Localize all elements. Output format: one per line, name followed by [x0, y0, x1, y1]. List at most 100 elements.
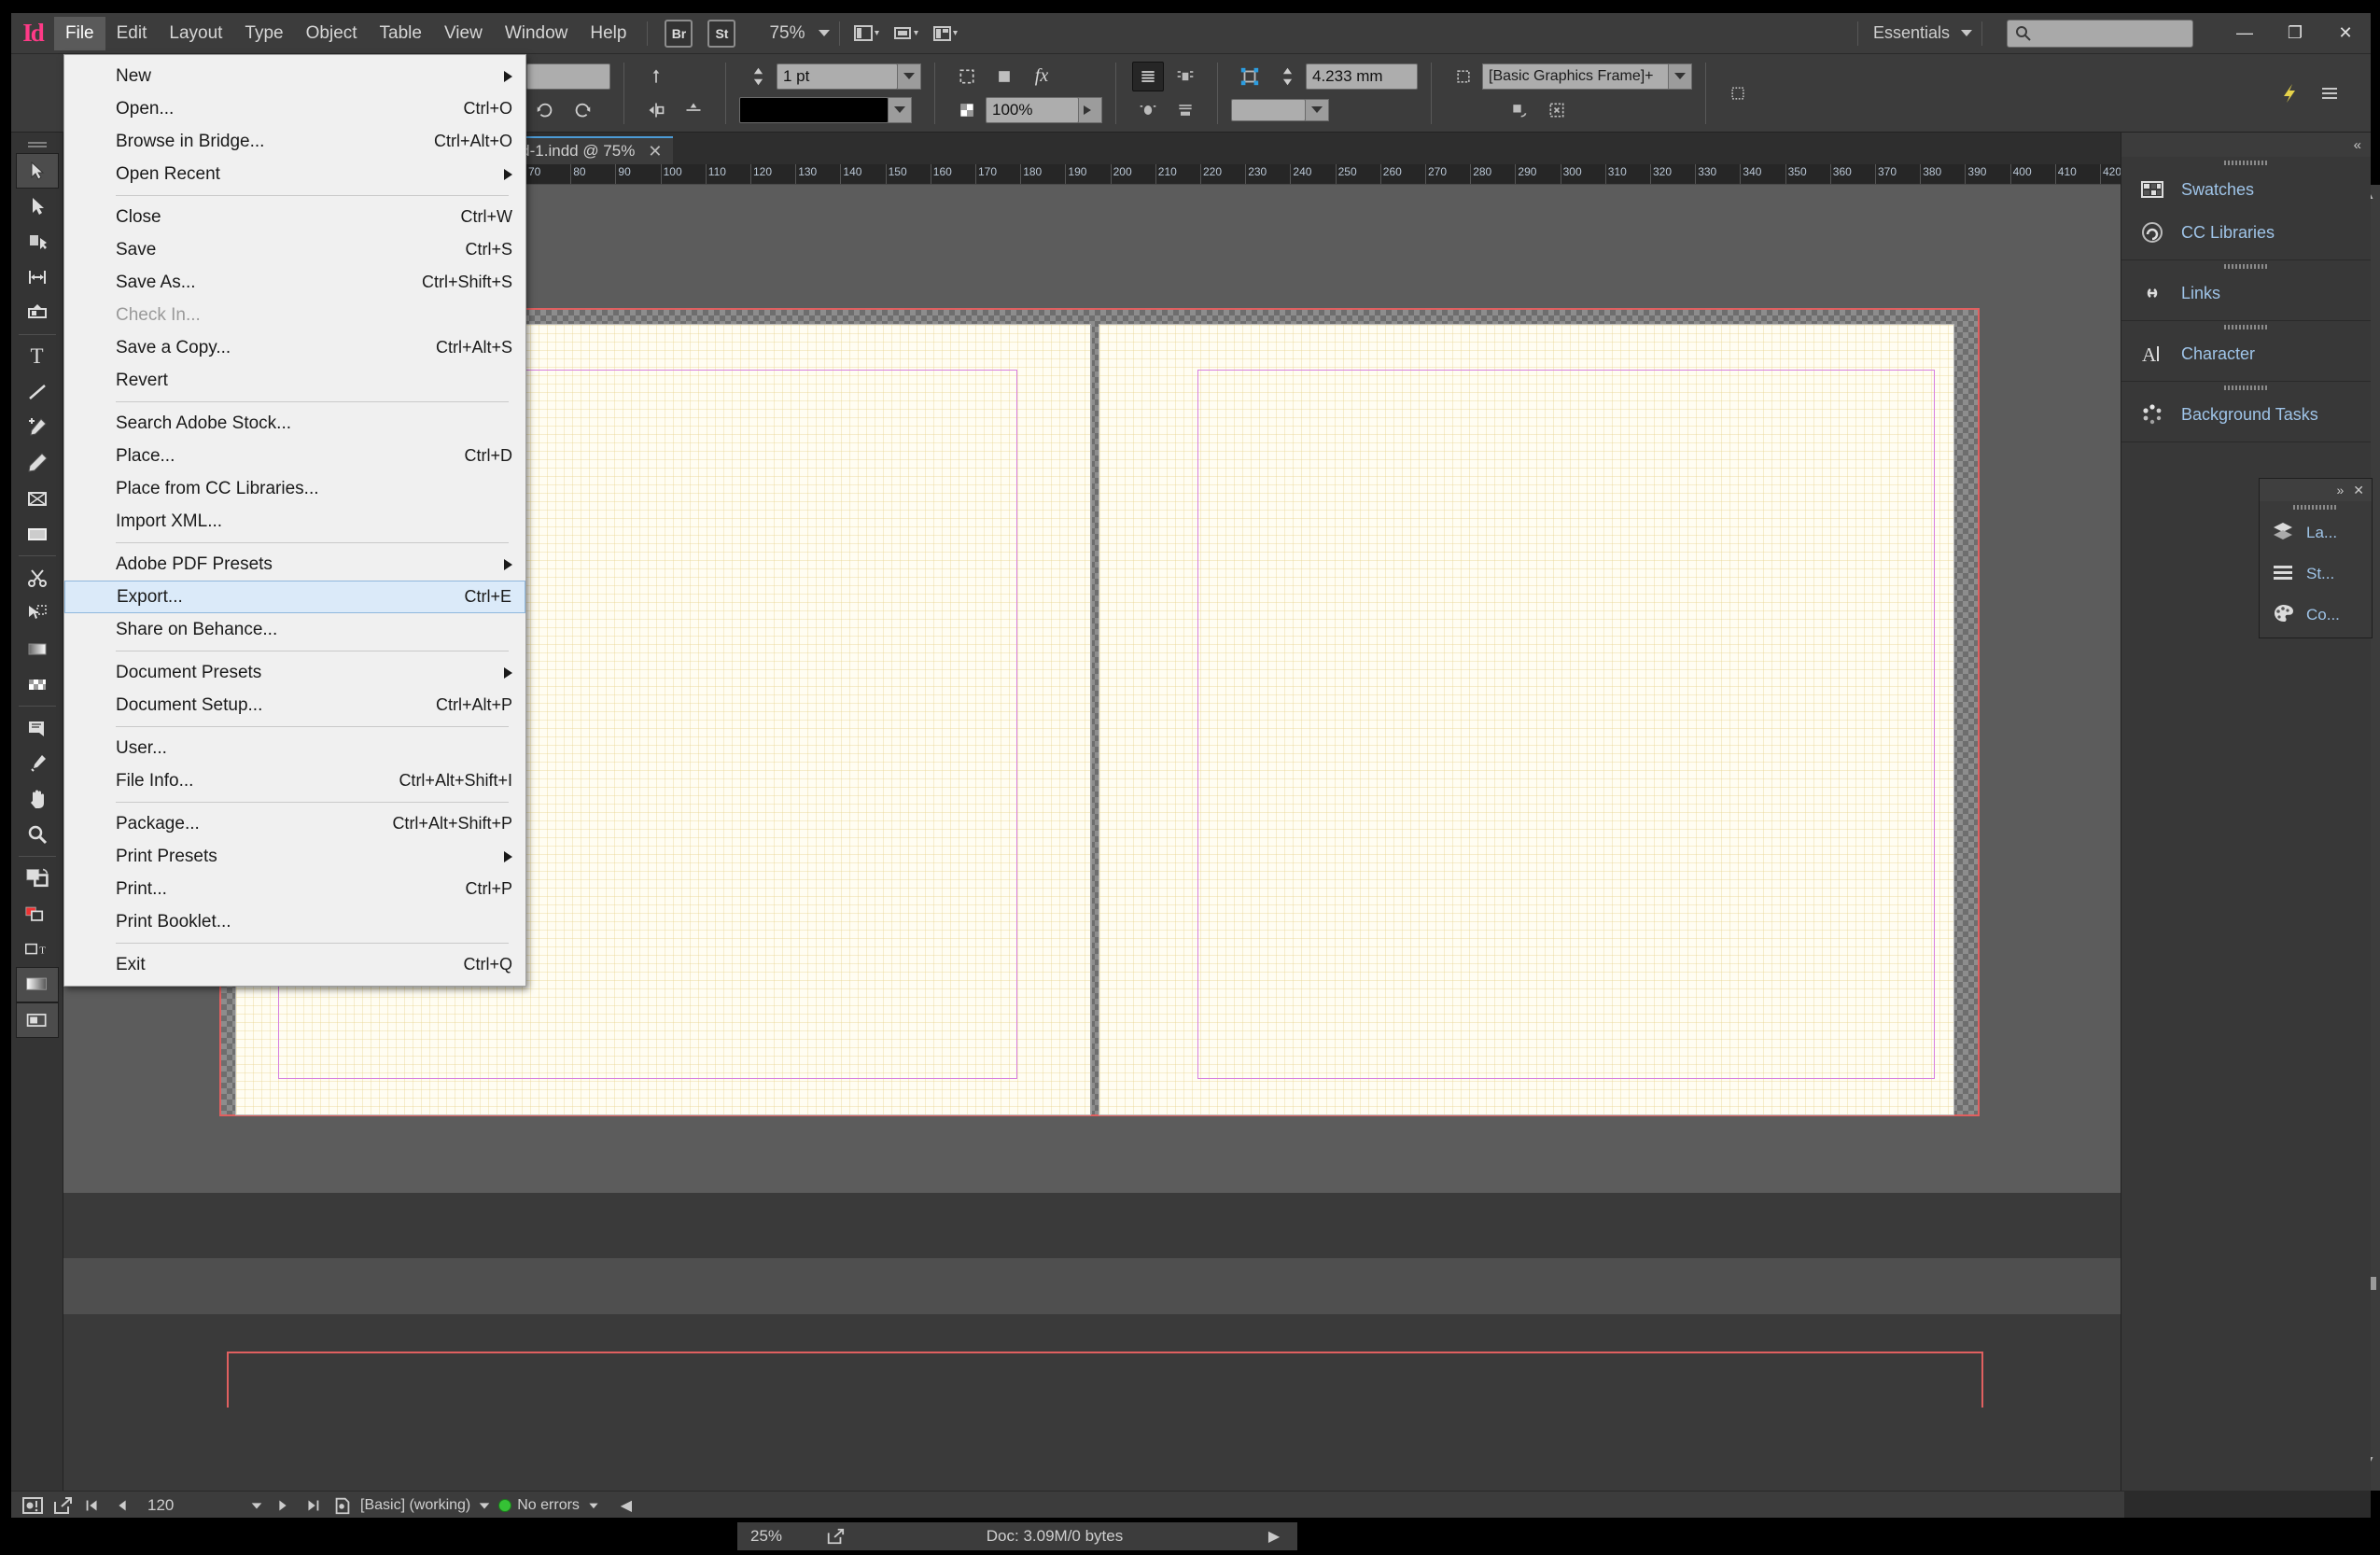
- menu-file[interactable]: File: [54, 17, 105, 50]
- flip-vertical-icon[interactable]: [678, 95, 709, 125]
- rectangle-tool[interactable]: [16, 516, 59, 552]
- file-menu-item-document-setup[interactable]: Document Setup...Ctrl+Alt+P: [64, 689, 525, 721]
- file-menu-item-print[interactable]: Print...Ctrl+P: [64, 873, 525, 905]
- rotate-ccw-icon[interactable]: [529, 95, 561, 125]
- close-icon[interactable]: ✕: [2353, 483, 2364, 498]
- stroke-weight-dropdown[interactable]: [897, 63, 921, 90]
- menu-view[interactable]: View: [433, 17, 494, 50]
- panel-grip[interactable]: [2121, 157, 2371, 168]
- rotate-angle-field[interactable]: [526, 63, 610, 90]
- file-menu-item-print-booklet[interactable]: Print Booklet...: [64, 905, 525, 938]
- chevron-down-icon[interactable]: [1961, 30, 1972, 36]
- stock-icon[interactable]: St: [707, 20, 735, 48]
- panel-grip[interactable]: [2121, 382, 2371, 393]
- text-wrap-none-icon[interactable]: [1132, 62, 1164, 91]
- quick-apply-icon[interactable]: [2277, 80, 2309, 106]
- share-icon[interactable]: [50, 1494, 75, 1517]
- stroke-weight-field[interactable]: 1 pt: [777, 63, 898, 90]
- opacity-dropdown[interactable]: [1078, 97, 1102, 123]
- flip-horizontal-icon[interactable]: [640, 95, 672, 125]
- panel-color[interactable]: Co...: [2260, 595, 2372, 636]
- file-menu-item-import-xml[interactable]: Import XML...: [64, 505, 525, 538]
- note-tool[interactable]: [16, 710, 59, 746]
- object-style-dropdown[interactable]: [1668, 63, 1692, 90]
- panel-links[interactable]: Links: [2121, 272, 2371, 315]
- stroke-style-dropdown[interactable]: [888, 97, 912, 123]
- text-wrap-jump-icon[interactable]: [1169, 95, 1201, 125]
- gradient-swatch-tool[interactable]: [16, 631, 59, 666]
- menu-layout[interactable]: Layout: [158, 17, 233, 50]
- maximize-button[interactable]: ❐: [2270, 13, 2320, 54]
- preflight-icon[interactable]: [21, 1494, 45, 1517]
- search-input[interactable]: [2007, 20, 2193, 48]
- corner-stepper-icon[interactable]: [1271, 62, 1303, 91]
- file-menu-item-export[interactable]: Export...Ctrl+E: [64, 581, 525, 613]
- panel-grip[interactable]: [2121, 260, 2371, 272]
- corner-radius-field[interactable]: 4.233 mm: [1306, 63, 1418, 90]
- file-menu-item-print-presets[interactable]: Print Presets: [64, 840, 525, 873]
- stroke-stepper-icon[interactable]: [742, 62, 774, 91]
- scroll-left-arrow[interactable]: ◀: [615, 1496, 637, 1515]
- page-tool[interactable]: [16, 224, 59, 259]
- file-menu-item-open-recent[interactable]: Open Recent: [64, 158, 525, 190]
- stroke-style-field[interactable]: [739, 97, 889, 123]
- dock-collapse-button[interactable]: «: [2121, 133, 2371, 157]
- panel-grip[interactable]: [2121, 321, 2371, 332]
- text-wrap-bounding-icon[interactable]: [1169, 62, 1201, 91]
- close-button[interactable]: ✕: [2320, 13, 2371, 54]
- floating-panel[interactable]: » ✕ La... St... Co...: [2259, 478, 2373, 638]
- type-tool[interactable]: T: [16, 339, 59, 374]
- panel-cc-libraries[interactable]: CC Libraries: [2121, 211, 2371, 254]
- panel-grip[interactable]: [2260, 501, 2372, 512]
- file-menu-item-file-info[interactable]: File Info...Ctrl+Alt+Shift+I: [64, 764, 525, 797]
- zoom-percentage-field[interactable]: 25%: [737, 1527, 812, 1546]
- file-menu-item-new[interactable]: New: [64, 60, 525, 92]
- frame-fitting-options-icon[interactable]: [1722, 78, 1754, 108]
- panel-background-tasks[interactable]: Background Tasks: [2121, 393, 2371, 436]
- preflight-dropdown-icon[interactable]: [476, 1496, 493, 1515]
- page-dropdown-icon[interactable]: [248, 1496, 265, 1515]
- menu-help[interactable]: Help: [579, 17, 637, 50]
- file-menu-dropdown[interactable]: NewOpen...Ctrl+OBrowse in Bridge...Ctrl+…: [63, 54, 526, 987]
- corner-shape-icon[interactable]: [1234, 62, 1266, 91]
- eyedropper-tool[interactable]: [16, 746, 59, 781]
- previous-page-icon[interactable]: [110, 1494, 134, 1517]
- last-page-icon[interactable]: [301, 1494, 325, 1517]
- rotate-cw-icon[interactable]: [567, 95, 598, 125]
- share-icon[interactable]: [812, 1527, 859, 1546]
- file-menu-item-save-a-copy[interactable]: Save a Copy...Ctrl+Alt+S: [64, 331, 525, 364]
- menu-type[interactable]: Type: [233, 17, 294, 50]
- apply-gradient-icon[interactable]: [16, 967, 59, 1002]
- corner-options-icon[interactable]: [951, 62, 983, 91]
- menu-object[interactable]: Object: [295, 17, 369, 50]
- pencil-tool[interactable]: [16, 445, 59, 481]
- hand-tool[interactable]: [16, 781, 59, 817]
- menu-edit[interactable]: Edit: [105, 17, 159, 50]
- arrange-documents-icon[interactable]: [931, 21, 963, 47]
- file-menu-item-share-on-behance[interactable]: Share on Behance...: [64, 613, 525, 646]
- line-tool[interactable]: [16, 374, 59, 410]
- fill-stroke-swatches[interactable]: [16, 861, 59, 896]
- scissors-tool[interactable]: [16, 560, 59, 595]
- gradient-feather-tool[interactable]: [16, 666, 59, 702]
- view-options-icon[interactable]: [892, 21, 924, 47]
- file-menu-item-save-as[interactable]: Save As...Ctrl+Shift+S: [64, 266, 525, 299]
- formatting-affects-icon[interactable]: T: [16, 932, 59, 967]
- page-number-field[interactable]: 120: [140, 1495, 243, 1516]
- rectangle-frame-tool[interactable]: [16, 481, 59, 516]
- corner-preset-dropdown[interactable]: [1305, 99, 1329, 121]
- reset-style-icon[interactable]: [1504, 95, 1535, 125]
- file-menu-item-browse-in-bridge[interactable]: Browse in Bridge...Ctrl+Alt+O: [64, 125, 525, 158]
- panel-character[interactable]: A Character: [2121, 332, 2371, 375]
- default-fill-stroke-icon[interactable]: [16, 896, 59, 932]
- panel-swatches[interactable]: Swatches: [2121, 168, 2371, 211]
- text-wrap-shape-icon[interactable]: [1132, 95, 1164, 125]
- file-menu-item-package[interactable]: Package...Ctrl+Alt+Shift+P: [64, 807, 525, 840]
- panel-menu-icon[interactable]: [2317, 80, 2348, 106]
- chevron-down-icon[interactable]: [819, 30, 830, 36]
- menu-window[interactable]: Window: [494, 17, 580, 50]
- file-menu-item-place[interactable]: Place...Ctrl+D: [64, 440, 525, 472]
- panel-grip[interactable]: [25, 138, 49, 149]
- opacity-field[interactable]: 100%: [986, 97, 1079, 123]
- align-reference-icon[interactable]: [640, 62, 672, 91]
